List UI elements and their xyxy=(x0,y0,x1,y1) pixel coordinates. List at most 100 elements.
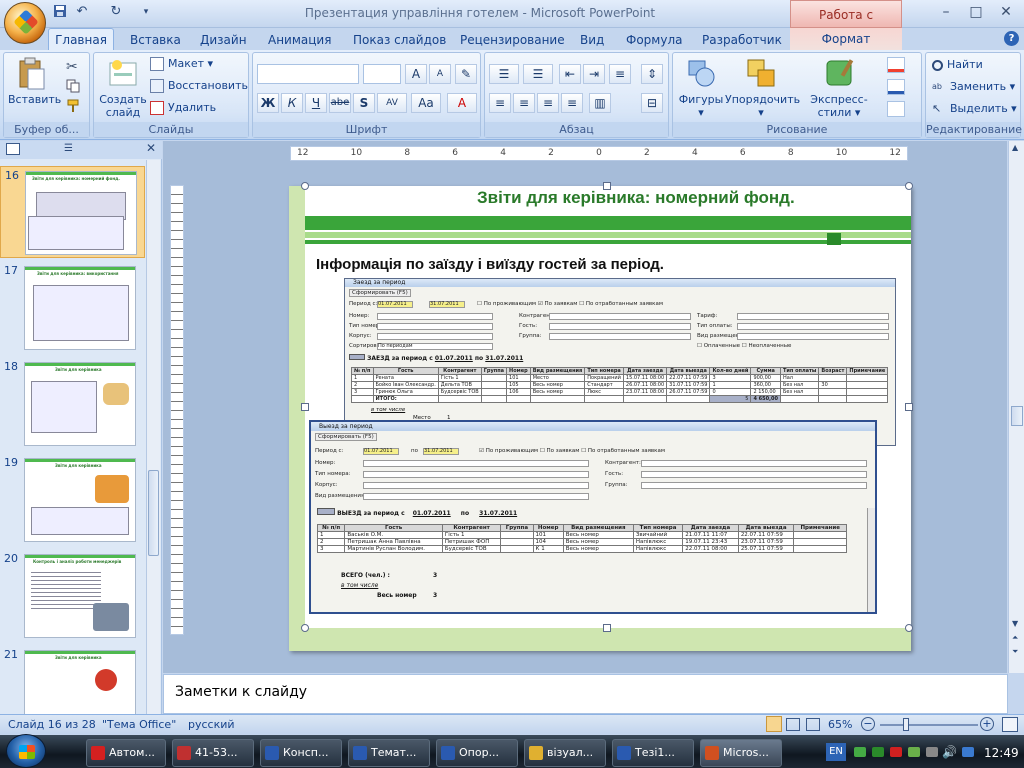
checkbox-processed[interactable]: По отработанным заявкам xyxy=(586,301,663,307)
network-icon[interactable] xyxy=(962,747,974,757)
font-name-combo[interactable] xyxy=(257,64,359,84)
guest-field[interactable] xyxy=(641,471,867,478)
tab-developer[interactable]: Разработчик xyxy=(702,30,782,50)
counterparty-field[interactable] xyxy=(641,460,867,467)
tab-view[interactable]: Вид xyxy=(580,30,604,50)
tab-insert[interactable]: Вставка xyxy=(130,30,181,50)
date-to-field[interactable]: 31.07.2011 xyxy=(429,301,465,308)
slide-thumbnail-17[interactable]: 17 Звіти для керівника: використання xyxy=(0,262,145,354)
clock[interactable]: 12:49 xyxy=(984,746,1019,760)
line-spacing-button[interactable]: ≡ xyxy=(609,64,631,84)
slide-thumbnail-16[interactable]: 16 Звіти для керівника: номерний фонд. xyxy=(0,166,145,258)
shadow-button[interactable]: S xyxy=(353,93,375,113)
minimize-button[interactable]: – xyxy=(932,2,960,22)
tray-icon[interactable] xyxy=(854,747,866,757)
taskbar-item[interactable]: Темат... xyxy=(348,739,430,767)
tab-design[interactable]: Дизайн xyxy=(200,30,247,50)
checkbox-bookings[interactable]: По заявкам xyxy=(547,448,580,454)
selection-handle[interactable] xyxy=(905,624,913,632)
tab-format[interactable]: Формат xyxy=(790,28,902,50)
group-field[interactable] xyxy=(549,333,691,340)
checkout-window[interactable]: Выезд за период Сформировать (F5) Период… xyxy=(309,420,877,614)
new-slide-button[interactable]: Создать слайд xyxy=(98,57,148,119)
selection-handle[interactable] xyxy=(905,403,913,411)
checkbox-paid[interactable]: Оплаченные xyxy=(704,343,740,349)
taskbar-item[interactable]: Тезі1... xyxy=(612,739,694,767)
theme-name[interactable]: "Тема Office" xyxy=(102,718,176,731)
tab-formula[interactable]: Формула xyxy=(626,30,682,50)
slide-thumbnail-21[interactable]: 21 Звіти для керівника xyxy=(0,646,145,714)
slide-thumbnail-19[interactable]: 19 Звіти для керівника xyxy=(0,454,145,546)
reset-button[interactable]: Восстановить xyxy=(150,77,248,95)
text-direction-button[interactable]: ⇕ xyxy=(641,64,663,84)
select-button[interactable]: ↖ Выделить ▾ xyxy=(932,100,1017,118)
tab-review[interactable]: Рецензирование xyxy=(460,30,565,50)
tab-home[interactable]: Главная xyxy=(48,28,114,52)
maximize-button[interactable]: □ xyxy=(962,2,990,22)
tray-icon[interactable] xyxy=(908,747,920,757)
language[interactable]: русский xyxy=(188,718,235,731)
sort-field[interactable]: По периодам xyxy=(377,343,493,350)
bullets-button[interactable]: ☰ xyxy=(489,64,519,84)
taskbar-item[interactable]: Опор... xyxy=(436,739,518,767)
start-button[interactable] xyxy=(6,734,46,768)
language-indicator[interactable]: EN xyxy=(826,743,846,761)
checkbox-residents[interactable]: По проживающим xyxy=(484,301,536,307)
zoom-in-icon[interactable]: + xyxy=(980,717,994,731)
bold-button[interactable]: Ж xyxy=(257,93,279,113)
clear-format-button[interactable]: ✎ xyxy=(455,64,477,84)
quick-styles-button[interactable]: Экспресс-стили ▾ xyxy=(797,57,881,119)
grow-font-button[interactable]: A xyxy=(405,64,427,84)
tray-icon[interactable] xyxy=(926,747,938,757)
payment-type-field[interactable] xyxy=(737,323,889,330)
prev-slide-icon[interactable]: ⏶ xyxy=(1012,633,1018,643)
slide[interactable]: Звіти для керівника: номерний фонд. Інфо… xyxy=(289,186,911,651)
guest-field[interactable] xyxy=(549,323,691,330)
zoom-out-icon[interactable]: − xyxy=(861,717,875,731)
selection-handle[interactable] xyxy=(301,624,309,632)
taskbar-item[interactable]: Консп... xyxy=(260,739,342,767)
close-pane-icon[interactable]: ✕ xyxy=(146,141,156,155)
copy-icon[interactable] xyxy=(66,79,80,96)
checkbox-processed[interactable]: По отработанным заявкам xyxy=(588,448,665,454)
building-field[interactable] xyxy=(363,482,589,489)
slide-thumbnail-20[interactable]: 20 Контроль і аналіз роботи менеджерів xyxy=(0,550,145,642)
volume-icon[interactable]: 🔊 xyxy=(942,745,957,759)
replace-button[interactable]: ab Заменить ▾ xyxy=(932,78,1015,96)
slides-tab-icon[interactable] xyxy=(6,143,20,155)
slide-thumbnail-18[interactable]: 18 Звіти для керівника xyxy=(0,358,145,450)
taskbar-item-active[interactable]: Micros... xyxy=(700,739,782,767)
canvas-scrollbar[interactable]: ▲ ▼ ⏶ ⏷ xyxy=(1008,141,1024,673)
selection-handle[interactable] xyxy=(301,403,309,411)
building-field[interactable] xyxy=(377,333,493,340)
placement-field[interactable] xyxy=(363,493,589,500)
save-icon[interactable] xyxy=(52,4,68,20)
selection-handle[interactable] xyxy=(603,624,611,632)
numbering-button[interactable]: ☰ xyxy=(523,64,553,84)
checkbox-unpaid[interactable]: Неоплаченные xyxy=(749,343,792,349)
checkbox-residents[interactable]: По проживающим xyxy=(486,448,538,454)
arrange-button[interactable]: Упорядочить ▾ xyxy=(725,57,800,119)
slide-subtitle[interactable]: Інформація по заїзду і виїзду гостей за … xyxy=(316,256,664,273)
slideshow-view-icon[interactable] xyxy=(806,718,820,731)
font-color-button[interactable]: A xyxy=(447,93,477,113)
placement-field[interactable] xyxy=(737,333,889,340)
tariff-field[interactable] xyxy=(737,313,889,320)
align-text-button[interactable]: ⊟ xyxy=(641,93,663,113)
date-from-field[interactable]: 01.07.2011 xyxy=(363,448,399,455)
customize-qat-icon[interactable]: ▾ xyxy=(138,4,154,20)
notes-placeholder[interactable]: Заметки к слайду xyxy=(175,684,307,700)
tab-animation[interactable]: Анимация xyxy=(268,30,331,50)
columns-button[interactable]: ▥ xyxy=(589,93,611,113)
increase-indent-button[interactable]: ⇥ xyxy=(583,64,605,84)
room-field[interactable] xyxy=(377,313,493,320)
decrease-indent-button[interactable]: ⇤ xyxy=(559,64,581,84)
char-spacing-button[interactable]: AV xyxy=(377,93,407,113)
slide-sorter-icon[interactable] xyxy=(786,718,800,731)
help-icon[interactable]: ? xyxy=(1004,31,1019,46)
undo-icon[interactable]: ↶ xyxy=(74,4,90,20)
find-button[interactable]: Найти xyxy=(932,56,983,74)
selection-handle[interactable] xyxy=(301,182,309,190)
layout-button[interactable]: Макет ▾ xyxy=(150,55,213,73)
shapes-button[interactable]: Фигуры ▾ xyxy=(677,57,725,119)
